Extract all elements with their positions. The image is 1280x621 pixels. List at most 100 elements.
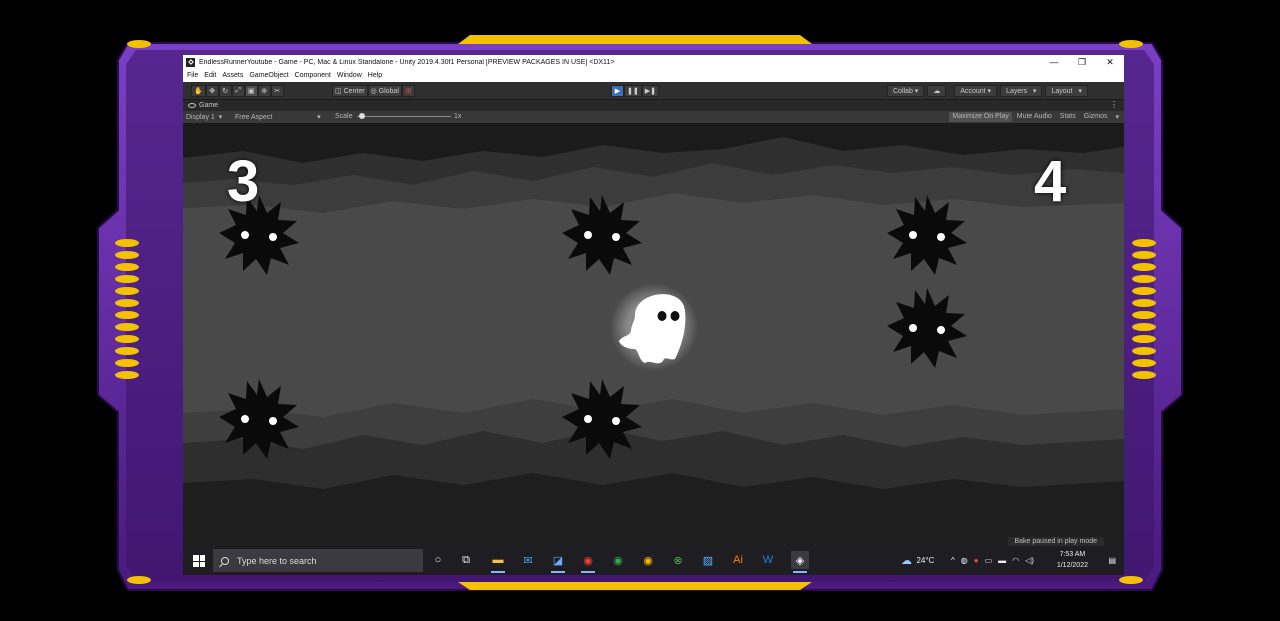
rotate-tool-icon[interactable]: ↻ (218, 85, 232, 97)
volume-icon[interactable]: ◁) (1025, 556, 1034, 565)
photos-icon[interactable]: ▨ (699, 551, 717, 569)
task-view-icon[interactable]: ⧉ (457, 551, 475, 569)
search-placeholder: Type here to search (237, 555, 317, 566)
mail-icon[interactable]: ✉ (519, 551, 537, 569)
stats-toggle[interactable]: Stats (1057, 112, 1079, 122)
windows-taskbar: Type here to search ○ ⧉ ▬ ✉ ◪ ◉ ◉ ◉ ⊗ ▨ … (183, 546, 1124, 575)
scale-value: 1x (454, 113, 462, 120)
menu-assets[interactable]: Assets (222, 72, 243, 79)
chrome-canary-icon[interactable]: ◉ (639, 551, 657, 569)
layers-label: Layers (1006, 87, 1028, 95)
taskbar-clock[interactable]: 7:53 AM 1/12/2022 (1057, 549, 1088, 571)
play-controls: ▶ ❚❚ ▶❚ (611, 85, 659, 97)
aspect-label: Free Aspect (235, 114, 273, 121)
menu-file[interactable]: File (187, 72, 198, 79)
game-scene (183, 123, 1124, 533)
game-tab-icon (188, 103, 196, 108)
tray-display-icon[interactable]: ▭ (985, 556, 993, 565)
custom-tool-icon[interactable]: ✂ (270, 85, 284, 97)
bake-status: Bake paused in play mode (1007, 537, 1104, 546)
transform-tool-icon[interactable]: ⊕ (257, 85, 271, 97)
menu-bar: File Edit Assets GameObject Component Wi… (183, 69, 1124, 82)
gizmos-dropdown[interactable]: Gizmos (1081, 112, 1111, 122)
account-label: Account (960, 87, 986, 95)
menu-edit[interactable]: Edit (204, 72, 216, 79)
file-explorer-icon[interactable]: ▬ (489, 551, 507, 573)
aspect-dropdown[interactable]: Free Aspect ▾ (235, 113, 321, 121)
play-button[interactable]: ▶ (611, 85, 624, 97)
notifications-icon[interactable]: ▤ (1108, 546, 1116, 575)
windows-start-icon[interactable] (193, 555, 205, 567)
ghost-player (610, 283, 698, 371)
account-dropdown[interactable]: Account ▾ (954, 85, 998, 97)
tray-app2-icon[interactable]: ● (974, 556, 979, 565)
search-icon (221, 556, 229, 565)
editor-toolbar: ✋ ✥ ↻ ⤢ ▣ ⊕ ✂ ◫ Center ◎ Global ⊞ ▶ ❚❚ ▶… (183, 82, 1124, 100)
score-left: 3 (227, 149, 260, 214)
unity-logo-icon (186, 57, 195, 67)
window-titlebar: EndlessRunnerYoutube - Game - PC, Mac & … (183, 55, 1124, 69)
step-button[interactable]: ▶❚ (641, 85, 659, 97)
close-button[interactable]: ✕ (1096, 57, 1124, 68)
rect-tool-icon[interactable]: ▣ (244, 85, 258, 97)
maximize-button[interactable]: ❐ (1068, 57, 1096, 68)
chrome-profile-icon[interactable]: ◉ (609, 551, 627, 569)
display-dropdown[interactable]: Display 1 ▾ (186, 113, 222, 121)
pivot-toggles: ◫ Center ◎ Global ⊞ (332, 85, 415, 97)
mute-audio-toggle[interactable]: Mute Audio (1014, 112, 1055, 122)
grid-snap-icon[interactable]: ⊞ (401, 85, 415, 97)
layout-label: Layout (1051, 87, 1073, 95)
move-tool-icon[interactable]: ✥ (205, 85, 219, 97)
game-view-toggles: Maximize On Play Mute Audio Stats Gizmos… (949, 112, 1122, 122)
menu-component[interactable]: Component (295, 72, 331, 79)
chrome-icon[interactable]: ◉ (579, 551, 597, 573)
unity-editor-window: EndlessRunnerYoutube - Game - PC, Mac & … (183, 55, 1124, 575)
clock-time: 7:53 AM (1059, 551, 1086, 558)
display-label: Display 1 (186, 114, 215, 121)
network-icon[interactable]: ◠ (1012, 556, 1019, 565)
weather-widget[interactable]: ☁ 24°C (901, 546, 934, 575)
minimize-button[interactable]: — (1040, 57, 1068, 67)
cortana-icon[interactable]: ○ (429, 551, 447, 569)
layers-dropdown[interactable]: Layers ▾ (1000, 85, 1043, 97)
xbox-icon[interactable]: ⊗ (669, 551, 687, 569)
tray-chevron-icon[interactable]: ^ (951, 556, 955, 565)
score-right: 4 (1034, 149, 1067, 214)
pause-button[interactable]: ❚❚ (624, 85, 642, 97)
cloud-icon[interactable]: ☁ (927, 85, 947, 97)
scale-label: Scale (335, 113, 353, 120)
scale-slider[interactable] (357, 113, 451, 119)
battery-icon[interactable]: ▬ (998, 556, 1006, 565)
unity-taskbar-icon[interactable]: ◈ (791, 551, 809, 573)
taskbar-search-box[interactable]: Type here to search (213, 549, 423, 572)
system-tray: ^ ◍ ● ▭ ▬ ◠ ◁) (951, 546, 1034, 575)
menu-window[interactable]: Window (337, 72, 362, 79)
word-icon[interactable]: W (759, 551, 777, 569)
right-toolbar: Collab ▾ ☁ Account ▾ Layers ▾ Layout ▾ (887, 85, 1088, 97)
gizmos-chevron-icon[interactable]: ▾ (1112, 112, 1122, 122)
clock-date: 1/12/2022 (1056, 562, 1088, 569)
pivot-center-label: Center (343, 87, 365, 95)
collab-label: Collab ▾ (893, 88, 919, 95)
maximize-on-play-toggle[interactable]: Maximize On Play (949, 112, 1012, 122)
game-tab-bar: Game ⋮ (183, 100, 1124, 111)
menu-gameobject[interactable]: GameObject (249, 72, 288, 79)
menu-help[interactable]: Help (368, 72, 382, 79)
illustrator-icon[interactable]: Ai (729, 551, 747, 569)
scale-tool-icon[interactable]: ⤢ (231, 85, 245, 97)
hand-tool-icon[interactable]: ✋ (191, 85, 206, 97)
tray-app-icon[interactable]: ◍ (961, 556, 968, 565)
pivot-center-toggle[interactable]: ◫ Center (332, 85, 368, 97)
pivot-global-label: Global (378, 87, 399, 95)
tab-game[interactable]: Game (199, 102, 218, 109)
collab-dropdown[interactable]: Collab ▾ (887, 85, 925, 97)
layout-dropdown[interactable]: Layout ▾ (1045, 85, 1088, 97)
transform-tools: ✋ ✥ ↻ ⤢ ▣ ⊕ ✂ (191, 85, 284, 97)
tab-menu-icon[interactable]: ⋮ (1110, 100, 1118, 109)
visual-studio-icon[interactable]: ◪ (549, 551, 567, 573)
weather-temp: 24°C (916, 556, 935, 565)
game-view-options: Display 1 ▾ Free Aspect ▾ Scale 1x Maxim… (183, 111, 1124, 123)
window-title: EndlessRunnerYoutube - Game - PC, Mac & … (199, 58, 615, 66)
scale-slider-handle[interactable] (359, 113, 365, 119)
pivot-global-toggle[interactable]: ◎ Global (367, 85, 402, 97)
